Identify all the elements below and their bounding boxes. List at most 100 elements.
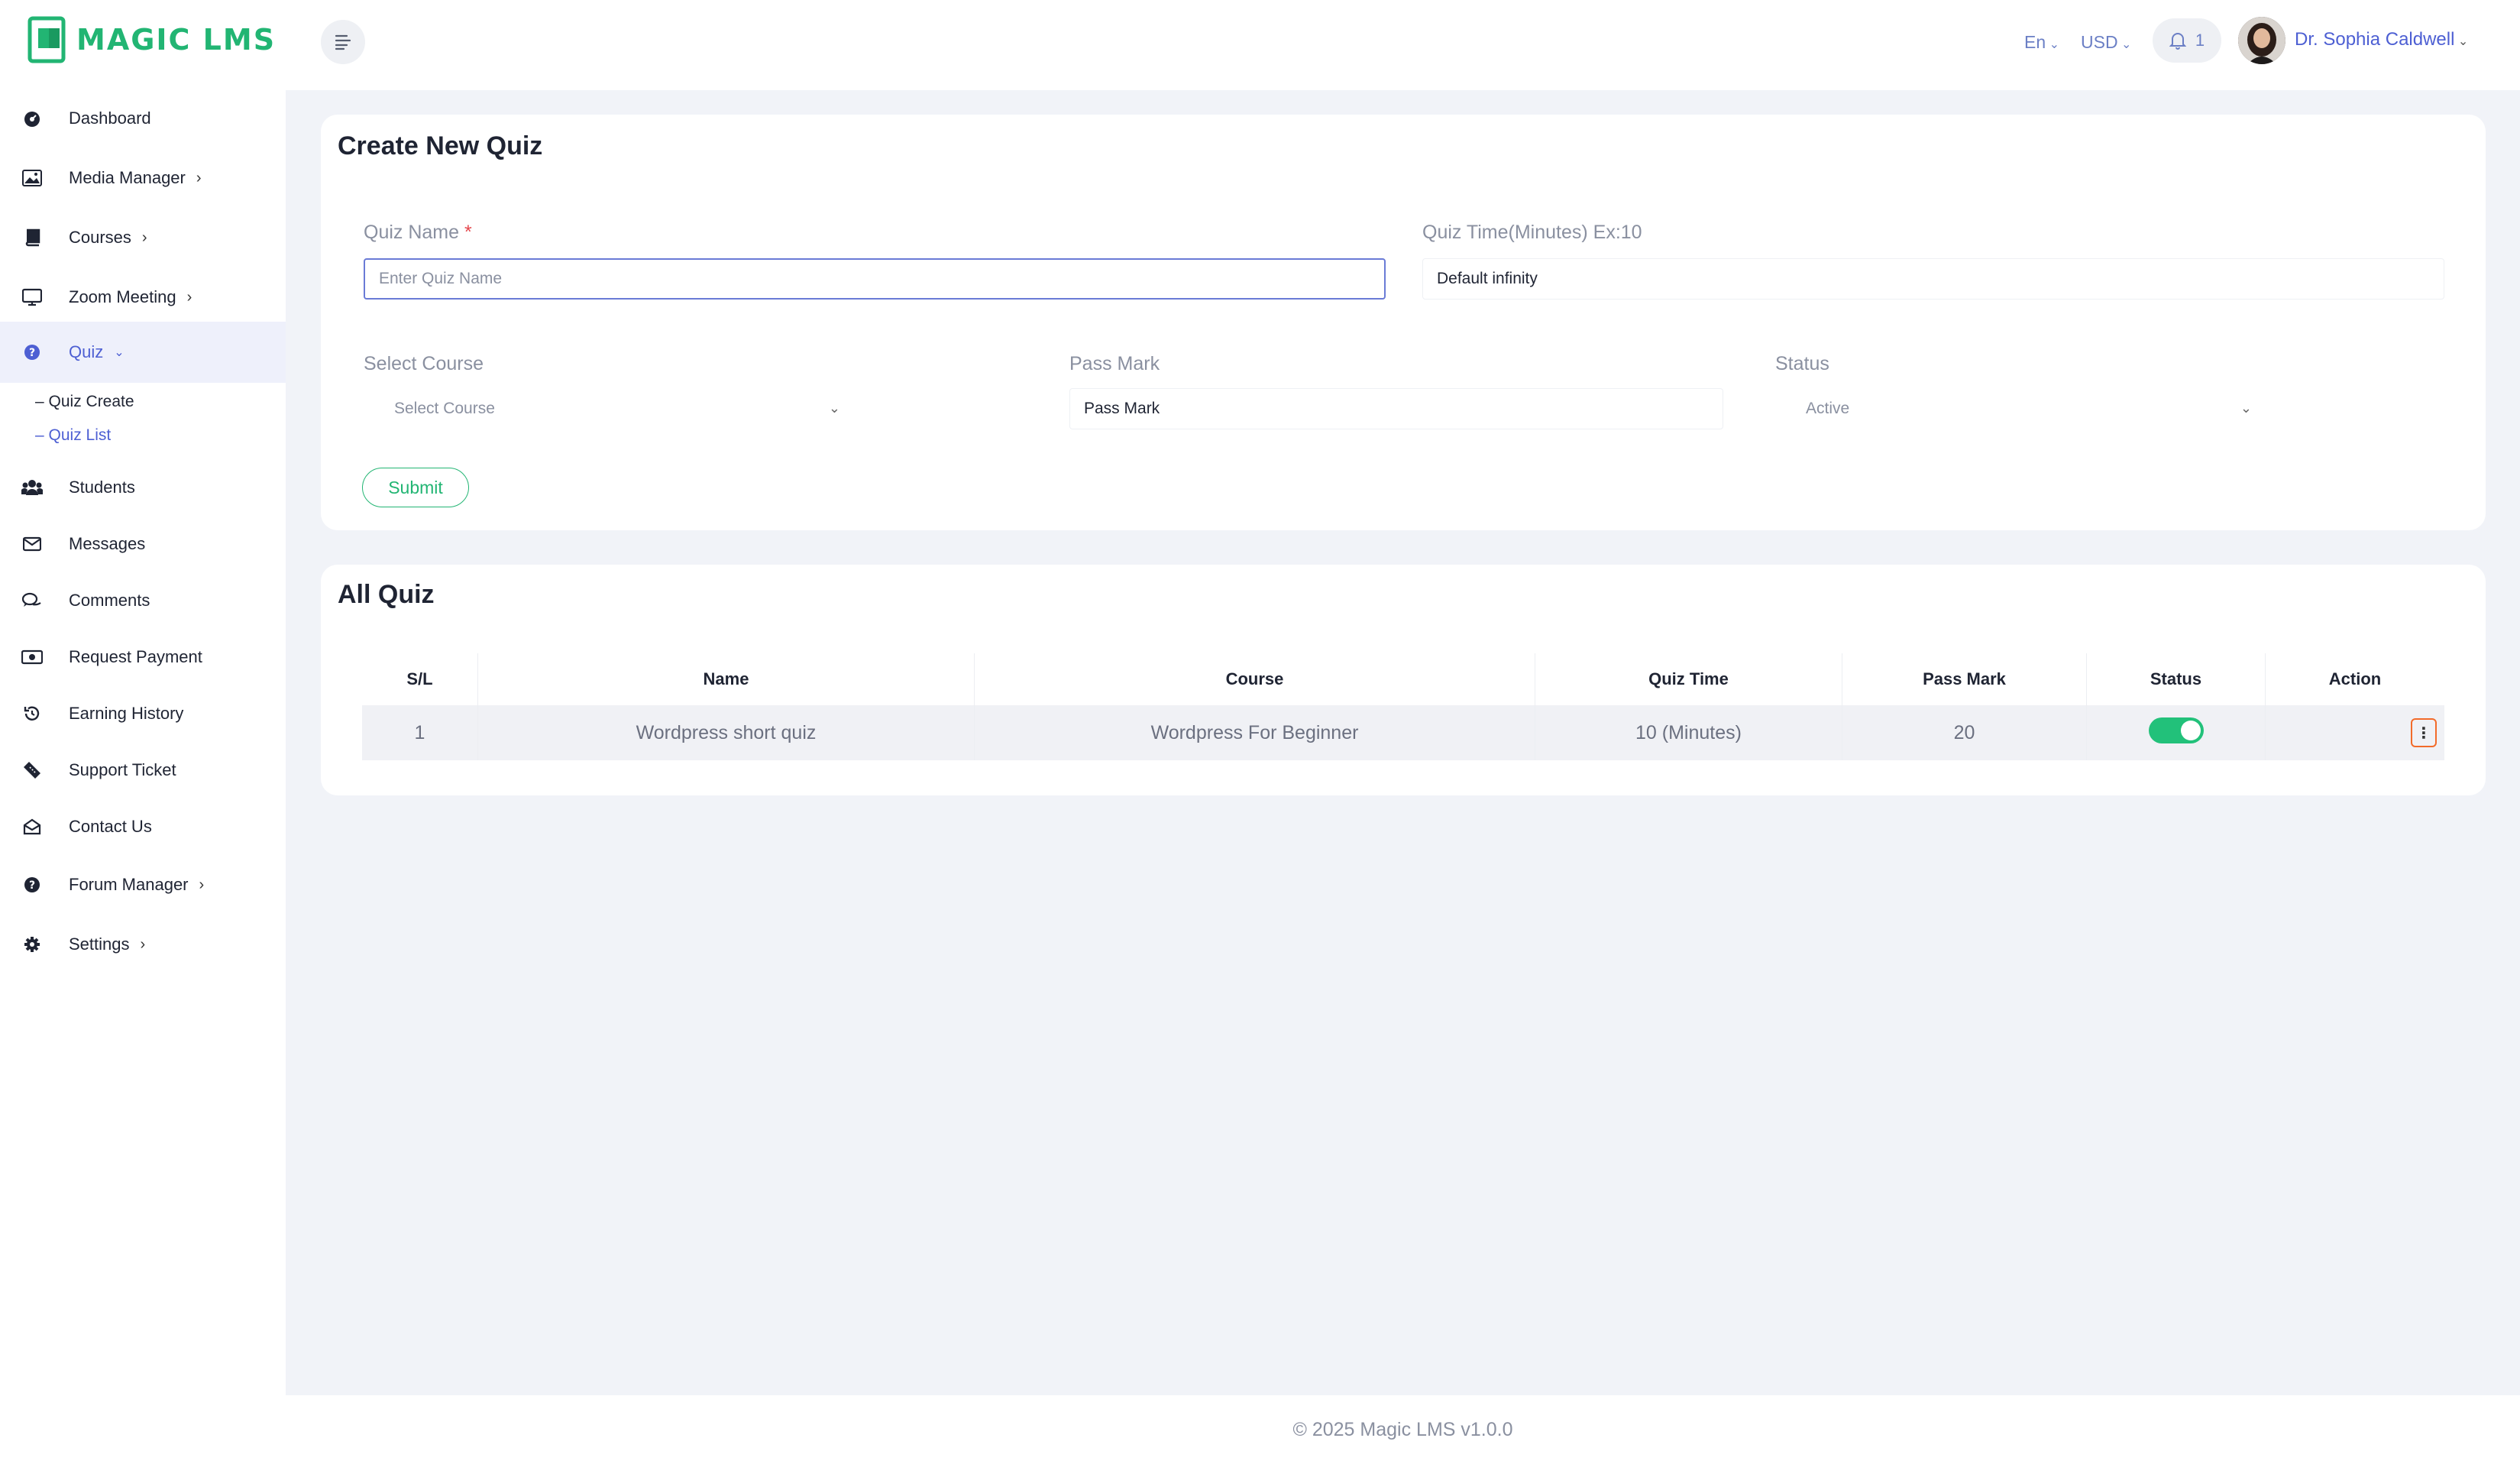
sidebar-item-zoom-meeting[interactable]: Zoom Meeting ›	[0, 269, 286, 326]
sidebar-item-forum-manager[interactable]: ? Forum Manager ›	[0, 857, 286, 913]
table-row: 1 Wordpress short quiz Wordpress For Beg…	[362, 705, 2444, 760]
sidebar-item-dashboard[interactable]: Dashboard	[0, 90, 286, 147]
dashboard-icon	[21, 108, 43, 129]
sidebar-item-label: Support Ticket	[69, 760, 176, 779]
sidebar-item-label: Settings	[69, 934, 130, 954]
pass-mark-input[interactable]: Pass Mark	[1069, 388, 1723, 429]
pass-mark-placeholder: Pass Mark	[1084, 400, 1160, 417]
user-name: Dr. Sophia Caldwell	[2295, 29, 2455, 50]
footer-text: © 2025 Magic LMS v1.0.0	[1292, 1418, 1513, 1440]
sidebar-item-contact-us[interactable]: Contact Us	[0, 798, 286, 855]
select-course-label: Select Course	[364, 353, 484, 374]
footer: © 2025 Magic LMS v1.0.0	[286, 1395, 2520, 1464]
logo-text: MAGIC LMS	[76, 23, 277, 57]
sidebar-item-label: Contact Us	[69, 817, 152, 836]
all-quiz-card: All Quiz S/L Name Course Quiz Time Pass …	[321, 565, 2486, 795]
status-select[interactable]: Active ⌄	[1792, 388, 2260, 429]
sidebar-item-request-payment[interactable]: Request Payment	[0, 629, 286, 685]
cell-pass-mark: 20	[1842, 705, 2087, 760]
cell-quiz-time: 10 (Minutes)	[1535, 705, 1842, 760]
column-header-quiz-time: Quiz Time	[1535, 653, 1842, 705]
book-icon	[21, 227, 43, 248]
users-icon	[21, 477, 43, 498]
sidebar-item-settings[interactable]: Settings ›	[0, 916, 286, 973]
quiz-time-placeholder: Default infinity	[1437, 270, 1538, 287]
quiz-name-placeholder: Enter Quiz Name	[379, 270, 503, 287]
sidebar-subitem-quiz-create[interactable]: – Quiz Create	[35, 393, 134, 411]
course-select-value: Select Course	[394, 400, 495, 417]
sidebar: MAGIC LMS Dashboard Media Manager › Cour…	[0, 0, 286, 1464]
course-select[interactable]: Select Course ⌄	[380, 388, 848, 429]
envelope-open-icon	[21, 816, 43, 837]
page-title: Create New Quiz	[338, 131, 543, 160]
sidebar-subitem-quiz-list[interactable]: – Quiz List	[35, 426, 111, 445]
notification-button[interactable]: 1	[2153, 18, 2221, 63]
question-circle-icon: ?	[21, 342, 43, 363]
sidebar-item-earning-history[interactable]: Earning History	[0, 685, 286, 742]
currency-selector[interactable]: USD ⌄	[2081, 32, 2131, 53]
sidebar-item-label: Courses	[69, 228, 131, 247]
ticket-icon	[21, 760, 43, 781]
menu-toggle-button[interactable]	[321, 20, 365, 64]
history-icon	[21, 703, 43, 724]
sidebar-item-label: Comments	[69, 591, 150, 610]
quiz-name-label-text: Quiz Name	[364, 222, 460, 243]
section-title: All Quiz	[338, 580, 435, 609]
sidebar-item-support-ticket[interactable]: Support Ticket	[0, 742, 286, 798]
quiz-time-label: Quiz Time(Minutes) Ex:10	[1422, 222, 1642, 243]
avatar[interactable]	[2238, 17, 2285, 64]
sidebar-item-students[interactable]: Students	[0, 459, 286, 516]
sidebar-item-label: Media Manager	[69, 168, 186, 187]
quiz-name-input[interactable]: Enter Quiz Name	[364, 258, 1386, 300]
chevron-right-icon: ›	[199, 876, 205, 893]
envelope-icon	[21, 533, 43, 555]
chevron-down-icon: ⌄	[114, 346, 125, 359]
cell-name: Wordpress short quiz	[478, 705, 975, 760]
notification-count: 1	[2195, 31, 2205, 50]
column-header-name: Name	[478, 653, 975, 705]
svg-text:?: ?	[29, 879, 35, 892]
money-icon	[21, 646, 43, 668]
sidebar-item-media-manager[interactable]: Media Manager ›	[0, 150, 286, 206]
cell-sl: 1	[362, 705, 478, 760]
chevron-right-icon: ›	[141, 228, 147, 246]
cell-status	[2087, 705, 2266, 760]
more-vertical-icon: ⋮	[2416, 724, 2431, 742]
sidebar-item-label: Zoom Meeting	[69, 287, 176, 306]
image-icon	[21, 167, 43, 189]
sidebar-item-label: Dashboard	[69, 109, 151, 128]
sidebar-item-label: Quiz	[69, 342, 104, 361]
quiz-name-label: Quiz Name *	[364, 222, 472, 244]
cell-course: Wordpress For Beginner	[975, 705, 1535, 760]
language-selector[interactable]: En ⌄	[2024, 32, 2059, 53]
logo-icon	[27, 16, 66, 63]
language-value: En	[2024, 32, 2046, 52]
sidebar-item-quiz[interactable]: ? Quiz ⌄	[0, 322, 286, 383]
logo[interactable]: MAGIC LMS	[27, 15, 276, 64]
status-label: Status	[1775, 353, 1829, 374]
sidebar-item-label: Request Payment	[69, 647, 202, 666]
user-menu[interactable]: Dr. Sophia Caldwell ⌄	[2295, 29, 2468, 50]
required-mark: *	[464, 222, 472, 243]
cell-action: ⋮	[2266, 705, 2444, 760]
question-circle-icon: ?	[21, 874, 43, 896]
sidebar-item-label: Students	[69, 478, 135, 497]
submit-button[interactable]: Submit	[362, 468, 469, 507]
chevron-down-icon: ⌄	[2454, 35, 2469, 48]
column-header-sl: S/L	[362, 653, 478, 705]
status-toggle[interactable]	[2148, 717, 2204, 743]
sidebar-item-courses[interactable]: Courses ›	[0, 209, 286, 266]
sidebar-item-messages[interactable]: Messages	[0, 516, 286, 572]
column-header-action: Action	[2328, 669, 2382, 688]
sidebar-item-comments[interactable]: Comments	[0, 572, 286, 629]
sidebar-item-label: Messages	[69, 534, 146, 553]
quiz-time-input[interactable]: Default infinity	[1422, 258, 2444, 300]
chevron-right-icon: ›	[140, 935, 146, 953]
chevron-down-icon: ⌄	[2046, 38, 2059, 51]
status-select-value: Active	[1806, 400, 1850, 417]
column-header-status: Status	[2087, 653, 2266, 705]
pass-mark-label: Pass Mark	[1069, 353, 1160, 374]
currency-value: USD	[2081, 32, 2118, 52]
menu-icon	[335, 34, 351, 50]
more-actions-button[interactable]: ⋮	[2411, 718, 2437, 747]
